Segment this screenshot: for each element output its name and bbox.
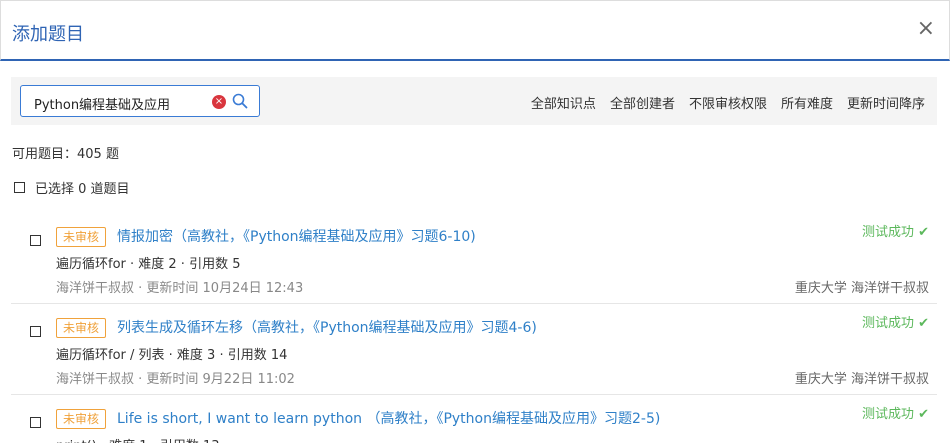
select-all-checkbox[interactable] (14, 182, 25, 193)
status-badge: 未审核 (56, 318, 107, 338)
search-input-value[interactable]: Python编程基础及应用 (34, 94, 170, 113)
dialog-title: 添加题目 (12, 24, 84, 45)
question-title[interactable]: Life is short, I want to learn python （高… (117, 409, 660, 429)
selected-row: 已选择 0 道题目 (14, 178, 130, 197)
filter-knowledge[interactable]: 全部知识点 (531, 93, 596, 112)
question-item: 未审核 列表生成及循环左移（高教社，《Python编程基础及应用》习题4-6) … (11, 316, 937, 395)
selected-count: 已选择 0 道题目 (35, 182, 130, 197)
question-meta: 遍历循环for · 难度 2 · 引用数 5 (56, 257, 241, 272)
dialog-header: 添加题目 × (0, 0, 950, 61)
question-meta: print() · 难度 1 · 引用数 13 (56, 435, 220, 443)
question-checkbox[interactable] (30, 326, 41, 337)
status-badge: 未审核 (56, 409, 107, 429)
filter-sort[interactable]: 更新时间降序 (847, 93, 925, 112)
test-status: 测试成功 ✔ (861, 407, 929, 422)
question-checkbox[interactable] (30, 417, 41, 428)
question-title[interactable]: 情报加密（高教社，《Python编程基础及应用》习题6-10) (117, 227, 476, 247)
filter-review[interactable]: 不限审核权限 (689, 93, 767, 112)
close-button[interactable]: × (917, 18, 935, 40)
filter-creator[interactable]: 全部创建者 (610, 93, 675, 112)
test-status: 测试成功 ✔ (861, 316, 929, 331)
question-org: 重庆大学 海洋饼干叔叔 (794, 281, 929, 296)
search-icon[interactable] (232, 93, 248, 109)
question-checkbox[interactable] (30, 235, 41, 246)
clear-icon[interactable]: × (212, 95, 226, 109)
filter-bar: Python编程基础及应用 × 全部知识点 全部创建者 不限审核权限 所有难度 … (11, 77, 937, 125)
test-status: 测试成功 ✔ (861, 225, 929, 240)
question-meta: 遍历循环for / 列表 · 难度 3 · 引用数 14 (56, 348, 288, 363)
question-author: 海洋饼干叔叔 · 更新时间 10月24日 12:43 (56, 281, 304, 296)
filter-options: 全部知识点 全部创建者 不限审核权限 所有难度 更新时间降序 (531, 93, 925, 112)
filter-difficulty[interactable]: 所有难度 (781, 93, 833, 112)
search-input[interactable]: Python编程基础及应用 × (20, 85, 260, 117)
question-author: 海洋饼干叔叔 · 更新时间 9月22日 11:02 (56, 372, 295, 387)
question-item: 未审核 情报加密（高教社，《Python编程基础及应用》习题6-10) 遍历循环… (11, 225, 937, 304)
question-title[interactable]: 列表生成及循环左移（高教社，《Python编程基础及应用》习题4-6) (117, 318, 537, 338)
question-item: 未审核 Life is short, I want to learn pytho… (11, 407, 937, 443)
question-org: 重庆大学 海洋饼干叔叔 (794, 372, 929, 387)
available-count: 可用题目：405 题 (12, 147, 119, 162)
status-badge: 未审核 (56, 227, 107, 247)
